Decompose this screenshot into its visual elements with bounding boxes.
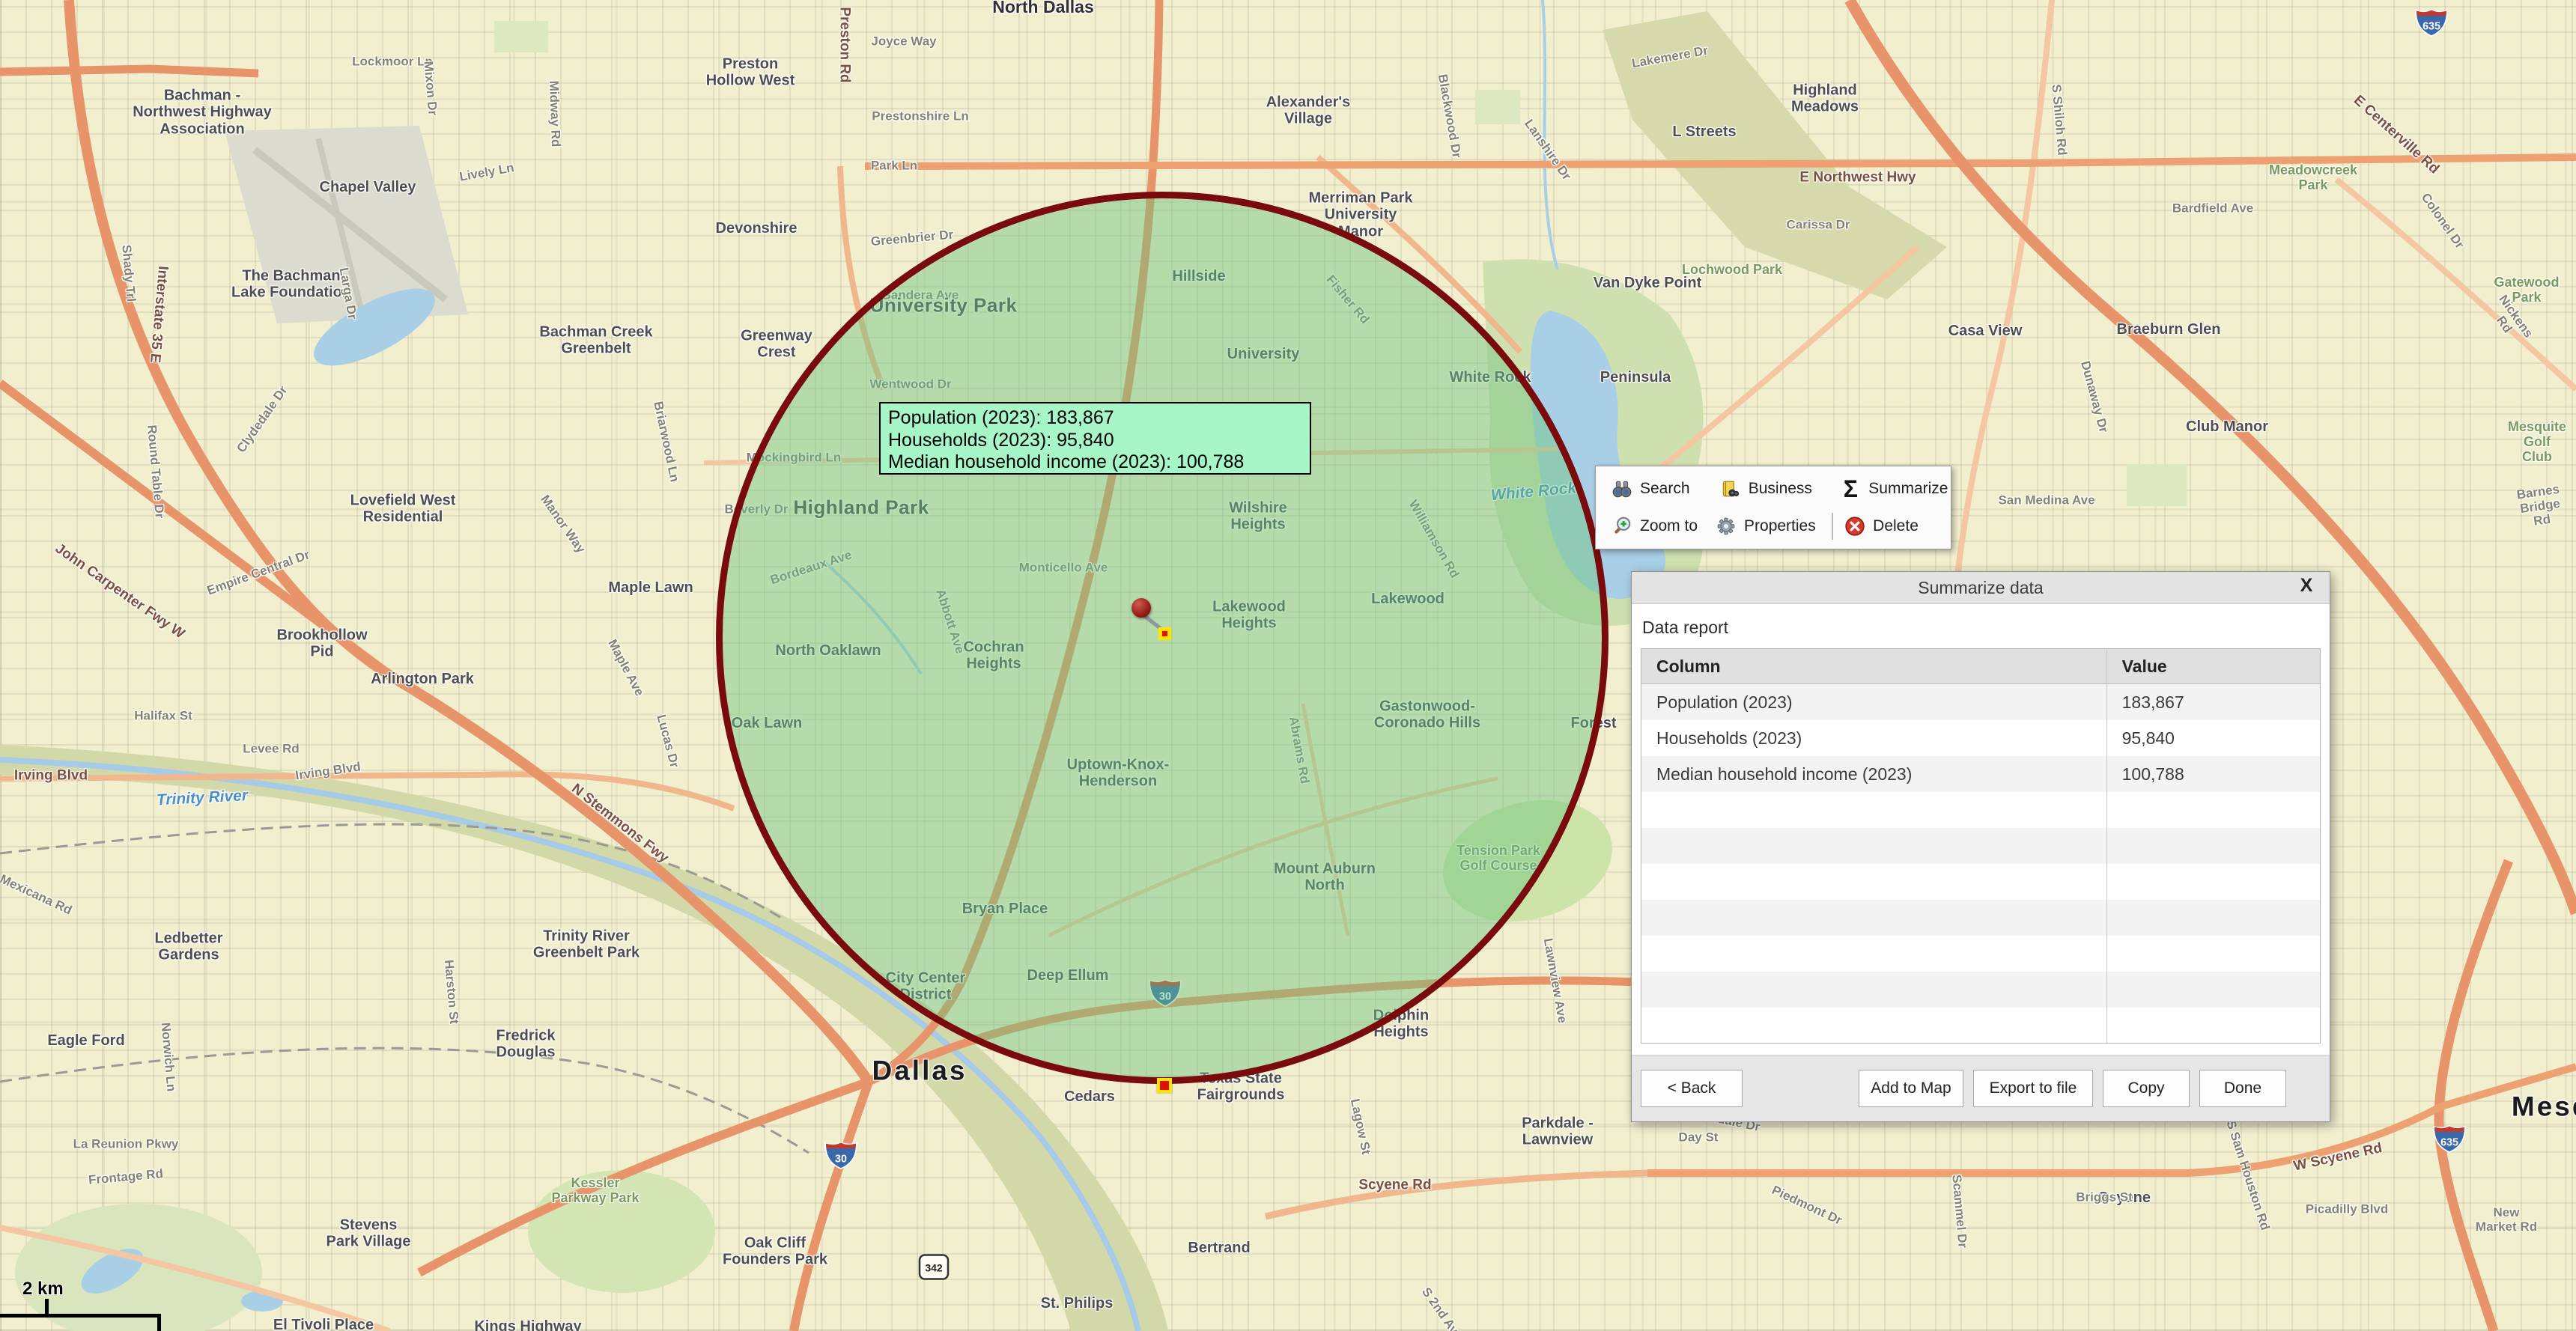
table-row[interactable]: Population (2023)183,867 (1641, 684, 2320, 720)
value-cell (2106, 972, 2320, 1008)
column-cell: Households (2023) (1641, 720, 2106, 756)
dialog-title: Summarize data (1918, 578, 2043, 598)
close-icon[interactable]: X (2294, 575, 2319, 597)
gear-icon (1715, 515, 1737, 537)
table-rows: Population (2023)183,867Households (2023… (1641, 684, 2320, 1044)
add-to-map-button[interactable]: Add to Map (1859, 1070, 1963, 1107)
toolbar-divider (1832, 513, 1833, 540)
pin-anchor-marker[interactable] (1158, 627, 1171, 640)
zoom-plus-icon (1611, 515, 1633, 537)
dialog-title-bar[interactable]: Summarize data X (1632, 572, 2330, 604)
properties-button[interactable]: Properties (1715, 510, 1830, 543)
toolbar-item-label: Summarize (1868, 480, 1948, 498)
value-cell (2106, 828, 2320, 864)
table-row[interactable] (1641, 936, 2320, 972)
value-cell (2106, 900, 2320, 936)
value-cell: 183,867 (2106, 684, 2320, 720)
value-header: Value (2106, 649, 2320, 683)
dialog-footer: < Back Add to Map Export to file Copy Do… (1632, 1055, 2330, 1121)
toolbar-row-1: Search Business Σ Summarize (1611, 470, 1951, 508)
table-row[interactable]: Median household income (2023)100,788 (1641, 756, 2320, 792)
toolbar-item-label: Delete (1873, 517, 1919, 535)
toolbar-item-label: Properties (1744, 517, 1816, 535)
toolbar-item-label: Business (1749, 480, 1812, 498)
data-report-label: Data report (1642, 618, 2319, 638)
delete-button[interactable]: Delete (1844, 510, 1951, 543)
copy-button[interactable]: Copy (2103, 1070, 2190, 1107)
column-cell (1641, 828, 2106, 864)
column-cell (1641, 972, 2106, 1008)
zoom-to-button[interactable]: Zoom to (1611, 510, 1715, 543)
table-row[interactable] (1641, 828, 2320, 864)
value-cell (2106, 864, 2320, 900)
export-to-file-button[interactable]: Export to file (1973, 1070, 2093, 1107)
column-cell (1641, 864, 2106, 900)
sigma-icon: Σ (1839, 478, 1862, 500)
business-icon (1719, 478, 1742, 500)
toolbar-item-label: Search (1640, 480, 1690, 498)
summarize-button[interactable]: Σ Summarize (1839, 472, 1951, 505)
column-cell (1641, 900, 2106, 936)
map-tooltip: Population (2023): 183,867 Households (2… (879, 402, 1311, 475)
column-cell: Population (2023) (1641, 684, 2106, 720)
value-cell: 95,840 (2106, 720, 2320, 756)
column-cell (1641, 1008, 2106, 1044)
table-row[interactable] (1641, 900, 2320, 936)
value-cell (2106, 792, 2320, 828)
back-button[interactable]: < Back (1641, 1070, 1743, 1107)
search-button[interactable]: Search (1611, 472, 1719, 505)
pushpin-icon[interactable] (1131, 598, 1151, 618)
table-row[interactable] (1641, 792, 2320, 828)
dialog-body: Data report Column Value Population (202… (1632, 604, 2330, 1055)
column-cell: Median household income (2023) (1641, 756, 2106, 792)
done-button[interactable]: Done (2199, 1070, 2286, 1107)
context-toolbar: Search Business Σ Summarize Zoom to Properti… (1595, 466, 1951, 549)
summarize-data-dialog: Summarize data X Data report Column Valu… (1631, 571, 2330, 1122)
column-cell (1641, 936, 2106, 972)
toolbar-row-2: Zoom to Properties Delete (1611, 508, 1951, 545)
table-row[interactable]: Households (2023)95,840 (1641, 720, 2320, 756)
table-row[interactable] (1641, 1008, 2320, 1044)
circle-vertex-handle[interactable] (1157, 1078, 1172, 1093)
data-report-table: Column Value Population (2023)183,867Hou… (1641, 648, 2321, 1044)
column-header: Column (1641, 649, 2106, 683)
column-cell (1641, 792, 2106, 828)
gis-application-window: Lockmoor LnBachman - Northwest Highway A… (0, 0, 2576, 1331)
table-row[interactable] (1641, 972, 2320, 1008)
table-row[interactable] (1641, 864, 2320, 900)
binoculars-icon (1611, 478, 1633, 500)
value-cell: 100,788 (2106, 756, 2320, 792)
business-button[interactable]: Business (1719, 472, 1840, 505)
delete-icon (1844, 515, 1866, 537)
table-header-row: Column Value (1641, 649, 2320, 684)
toolbar-item-label: Zoom to (1640, 517, 1698, 535)
value-cell (2106, 936, 2320, 972)
value-cell (2106, 1008, 2320, 1044)
